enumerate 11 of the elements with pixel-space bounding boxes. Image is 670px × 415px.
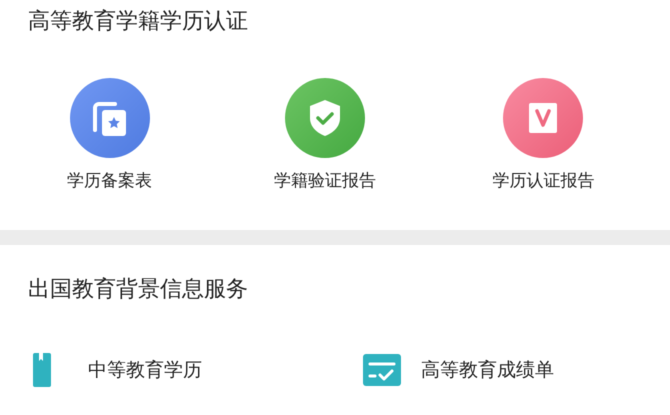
bookmark-book-icon[interactable] (33, 353, 51, 387)
section-title: 出国教育背景信息服务 (27, 276, 249, 304)
shield-check-icon[interactable] (284, 78, 365, 158)
service-label[interactable]: 学历认证报告 (492, 169, 594, 193)
v-card-icon[interactable] (503, 78, 584, 158)
list-check-icon[interactable] (363, 354, 401, 386)
service-label[interactable]: 学历备案表 (67, 169, 152, 193)
section-title: 高等教育学籍学历认证 (27, 8, 249, 36)
service-label[interactable]: 高等教育成绩单 (421, 357, 554, 383)
service-label[interactable]: 学籍验证报告 (274, 169, 376, 193)
service-label[interactable]: 中等教育学历 (88, 357, 202, 383)
